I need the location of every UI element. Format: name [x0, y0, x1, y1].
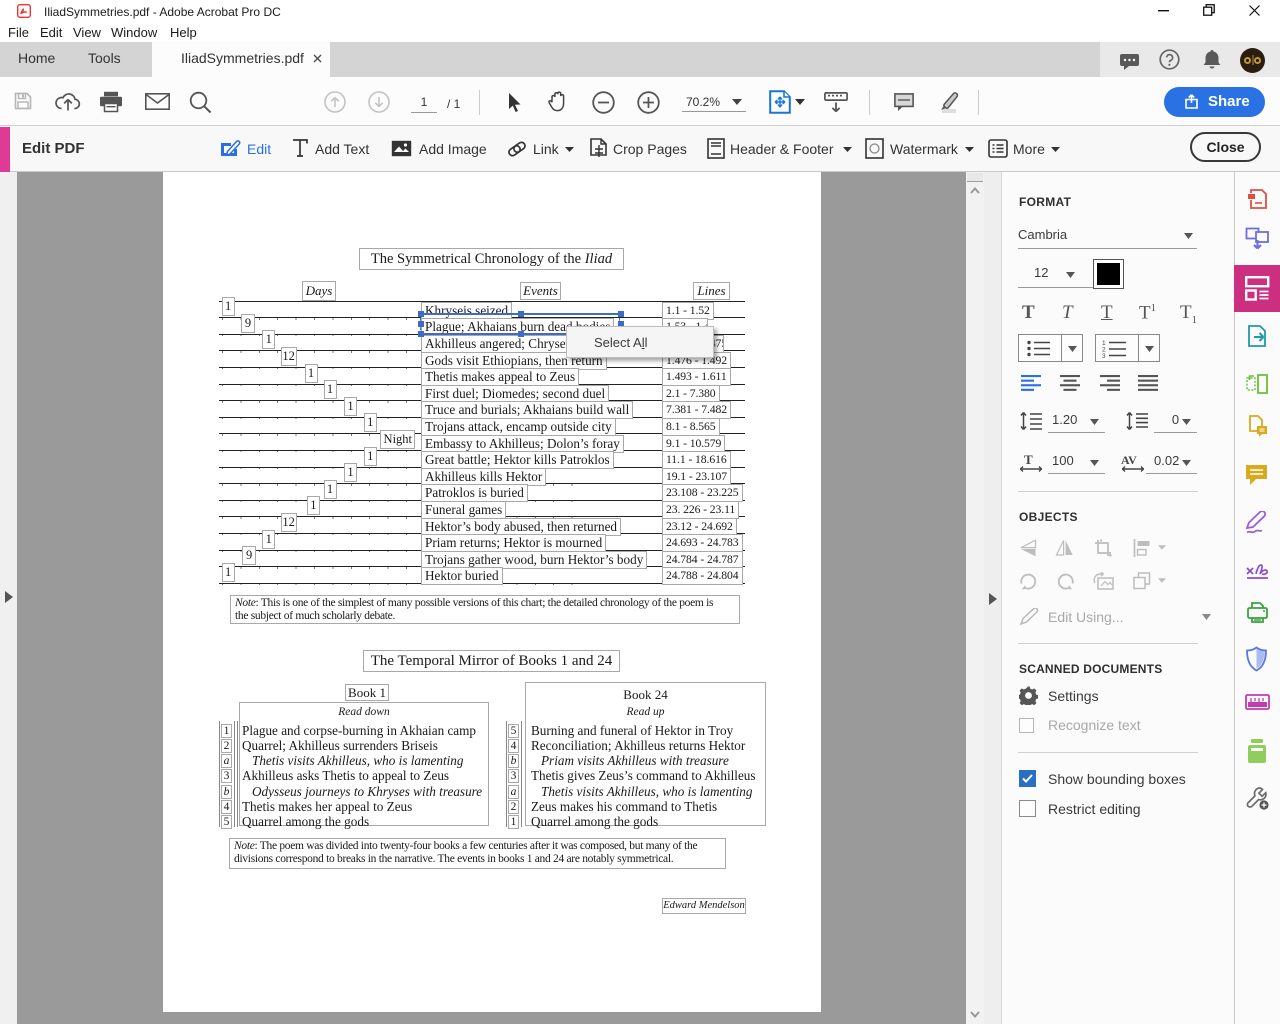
- svg-text:AV: AV: [1121, 453, 1137, 467]
- svg-text:T: T: [1024, 453, 1033, 467]
- svg-text:3: 3: [1102, 353, 1106, 358]
